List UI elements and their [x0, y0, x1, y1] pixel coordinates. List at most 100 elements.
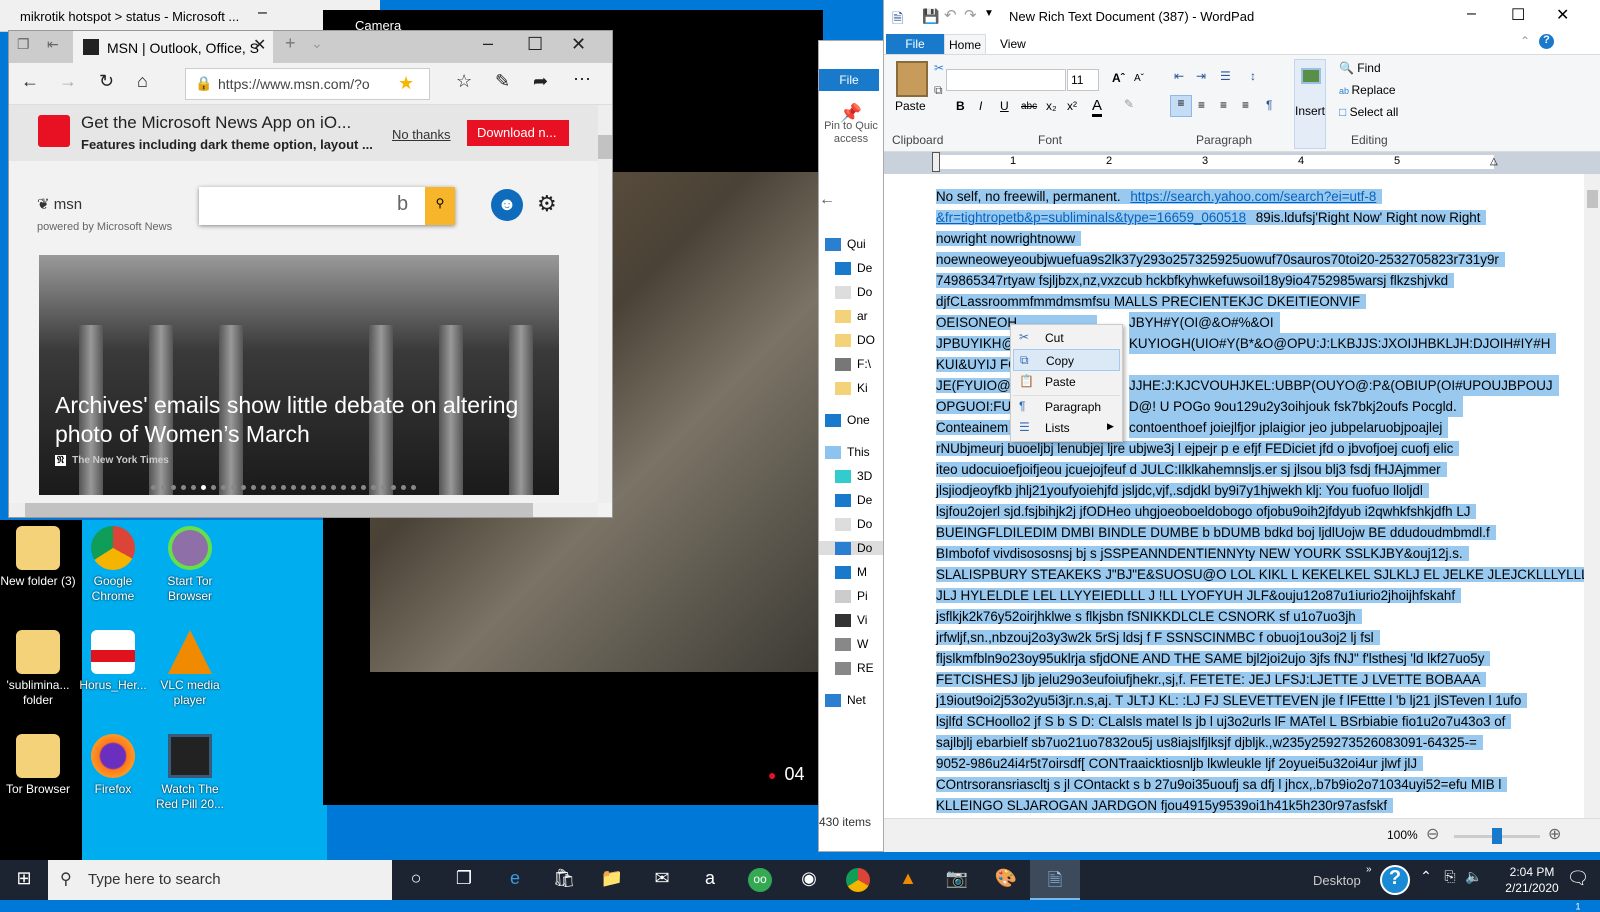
more-icon[interactable]: ⋯ [573, 69, 591, 90]
paragraph-icon[interactable]: ¶ [1266, 98, 1272, 112]
taskbar-search-input[interactable]: ⚲ Type here to search [48, 860, 392, 900]
file-explorer-taskbar-icon[interactable]: 📁 [600, 868, 624, 892]
document-area[interactable]: No self, no freewill, permanent. https:/… [884, 174, 1584, 818]
carousel-dot[interactable] [291, 485, 296, 490]
nav-item[interactable]: Do [819, 541, 885, 556]
carousel-dot[interactable] [231, 485, 236, 490]
carousel-dot[interactable] [191, 485, 196, 490]
strikethrough-icon[interactable]: abc [1021, 101, 1037, 112]
menu-item-paragraph[interactable]: ¶ Paragraph [1013, 395, 1120, 417]
menu-item-lists[interactable]: ☰ Lists ▶ [1013, 417, 1120, 439]
desktop-icon-firefox[interactable]: Firefox [75, 734, 151, 797]
desktop-icon-tor-browser[interactable]: Tor Browser [0, 734, 76, 797]
text-color-icon[interactable]: A [1092, 97, 1103, 117]
wordpad-window[interactable]: 🗎 💾 ↶ ↷ ▼ New Rich Text Document (387) -… [883, 0, 1600, 852]
carousel-dot[interactable] [301, 485, 306, 490]
carousel-dot[interactable] [271, 485, 276, 490]
tab-file[interactable]: File [886, 34, 944, 54]
align-center-icon[interactable]: ≡ [1198, 98, 1205, 112]
customize-toolbar-icon[interactable]: ▼ [984, 8, 994, 19]
headline[interactable]: Archives' emails show little debate on a… [55, 391, 545, 449]
pin-quick-access-button[interactable]: 📌 Pin to Quic access [819, 104, 883, 146]
close-tab-icon[interactable]: ✕ [253, 35, 266, 55]
carousel-dot[interactable] [361, 485, 366, 490]
wordpad-taskbar-button[interactable]: 🗎 [1030, 860, 1080, 900]
refresh-icon[interactable]: ↻ [99, 71, 114, 92]
font-size-select[interactable]: 11 [1067, 69, 1099, 91]
vertical-scrollbar[interactable] [1584, 174, 1600, 818]
desktop-icon-vlc[interactable]: VLC media player [152, 630, 228, 708]
download-button[interactable]: Download n... [467, 120, 569, 146]
minimize-button[interactable]: – [258, 4, 267, 22]
superscript-icon[interactable]: x² [1067, 99, 1077, 113]
carousel-dot[interactable] [201, 485, 206, 490]
carousel-dot[interactable] [351, 485, 356, 490]
carousel-dot[interactable] [401, 485, 406, 490]
help-icon[interactable]: ? [1380, 865, 1410, 895]
home-icon[interactable]: ⌂ [137, 71, 148, 92]
carousel-dot[interactable] [161, 485, 166, 490]
zoom-slider[interactable] [1454, 828, 1540, 844]
camera-app-icon[interactable]: ◉ [797, 868, 821, 892]
underline-icon[interactable]: U [1000, 99, 1009, 113]
desktop-icon-start-tor[interactable]: Start Tor Browser [152, 526, 228, 604]
desktop-icon-horus-pdf[interactable]: Horus_Her... [75, 630, 151, 693]
italic-icon[interactable]: I [979, 99, 982, 113]
nav-item[interactable]: Ki [835, 381, 868, 396]
line-spacing-icon[interactable]: ↕ [1250, 69, 1256, 83]
nav-item[interactable]: F:\ [835, 357, 871, 372]
edge-browser-window[interactable]: ❐ ⇤ MSN | Outlook, Office, S ✕ + ⌄ – ☐ ✕… [8, 30, 613, 518]
minimize-button[interactable]: – [1467, 5, 1476, 23]
nav-item[interactable]: RE [835, 661, 874, 676]
nav-item[interactable]: Do [835, 517, 872, 532]
nav-item[interactable]: Qui [825, 237, 866, 252]
show-hidden-icons-icon[interactable]: ⌃ [1414, 868, 1438, 892]
carousel-dot[interactable] [221, 485, 226, 490]
indent-marker[interactable] [932, 152, 940, 172]
bullets-icon[interactable]: ☰ [1220, 69, 1231, 83]
cortana-icon[interactable]: ○ [404, 868, 428, 892]
paste-button[interactable]: Paste [895, 99, 926, 113]
minimize-button[interactable]: – [483, 33, 493, 54]
share-icon[interactable]: ➦ [533, 71, 548, 92]
carousel-dot[interactable] [331, 485, 336, 490]
tab-home[interactable]: Home [944, 34, 986, 55]
desktop-icon-new-folder[interactable]: New folder (3) [0, 526, 76, 589]
desktop-icon-chrome[interactable]: Google Chrome [75, 526, 151, 604]
carousel-dot[interactable] [381, 485, 386, 490]
insert-button[interactable]: Insert [1294, 59, 1326, 149]
account-avatar-icon[interactable]: ☻ [491, 189, 523, 221]
desktop-icon-red-pill-video[interactable]: Watch The Red Pill 20... [152, 734, 228, 812]
task-view-icon[interactable]: ❐ [452, 868, 476, 892]
copy-icon[interactable]: ⧉ [934, 83, 943, 98]
right-indent-marker[interactable]: △ [1490, 156, 1498, 167]
chrome-taskbar-icon[interactable] [846, 868, 870, 892]
decrease-indent-icon[interactable]: ⇤ [1174, 69, 1184, 83]
nav-item[interactable]: De [835, 261, 872, 276]
carousel-dot[interactable] [171, 485, 176, 490]
toolbar-overflow-icon[interactable]: » [1366, 864, 1372, 875]
nav-item[interactable]: M [835, 565, 867, 580]
nav-item[interactable]: This [825, 445, 870, 460]
highlight-icon[interactable]: ✎ [1124, 97, 1134, 111]
subscript-icon[interactable]: x₂ [1046, 99, 1057, 113]
amazon-icon[interactable]: a [698, 868, 722, 892]
maximize-button[interactable]: ☐ [527, 34, 543, 55]
menu-item-cut[interactable]: ✂ Cut [1013, 327, 1120, 349]
zoom-slider-thumb[interactable] [1492, 828, 1502, 844]
close-button[interactable]: ✕ [571, 34, 586, 55]
undo-icon[interactable]: ↶ [944, 6, 957, 24]
power-icon[interactable]: ⎘ [1438, 868, 1462, 892]
tab-view[interactable]: View [1000, 37, 1026, 51]
carousel-dot[interactable] [211, 485, 216, 490]
carousel-dot[interactable] [261, 485, 266, 490]
carousel-dot[interactable] [241, 485, 246, 490]
carousel-dot[interactable] [311, 485, 316, 490]
paint-icon[interactable]: 🎨 [994, 868, 1018, 892]
nav-item[interactable]: Do [835, 285, 872, 300]
pen-icon[interactable]: ✎ [495, 71, 510, 92]
redo-icon[interactable]: ↷ [964, 6, 977, 24]
carousel-dot[interactable] [391, 485, 396, 490]
carousel-dot[interactable] [411, 485, 416, 490]
bold-icon[interactable]: B [956, 99, 965, 113]
